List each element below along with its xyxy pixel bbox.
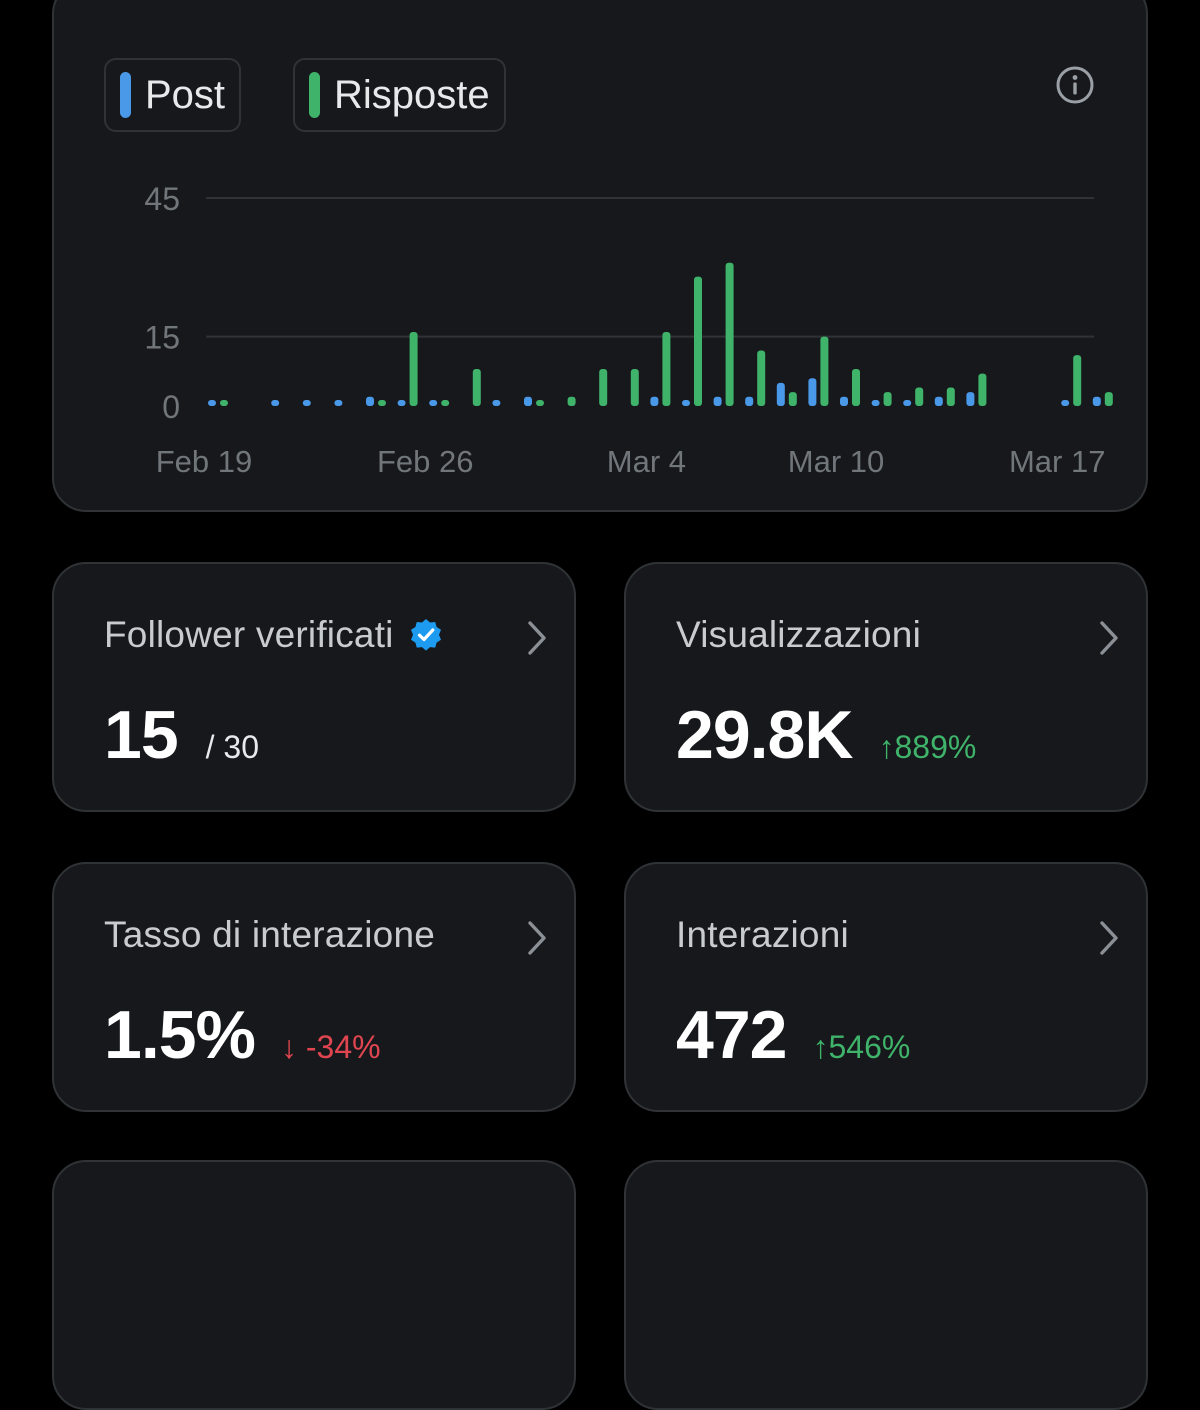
x-tick-label: Feb 26 bbox=[377, 444, 474, 479]
value-row: 1.5% ↓ -34% bbox=[104, 996, 381, 1074]
arrow-down-icon: ↓ bbox=[281, 1029, 297, 1065]
y-tick-label: 45 bbox=[144, 181, 180, 217]
verified-followers-value: 15 bbox=[104, 697, 179, 773]
post-bar bbox=[713, 396, 722, 406]
y-tick-label: 15 bbox=[144, 320, 180, 356]
info-icon[interactable] bbox=[1054, 64, 1096, 106]
card-title-wrap: Visualizzazioni bbox=[676, 614, 921, 656]
post-bar bbox=[271, 400, 280, 406]
post-color-swatch bbox=[120, 72, 131, 118]
activity-chart-card: 0 15 45 Feb 19 Feb 26 Mar 4 Mar 10 Mar 17 Post … bbox=[52, 0, 1148, 512]
post-bar bbox=[524, 396, 532, 406]
x-tick-label: Feb 19 bbox=[156, 444, 253, 479]
replies-bar bbox=[1073, 355, 1082, 406]
value-row: 29.8K ↑889% bbox=[676, 696, 976, 774]
x-tick-label: Mar 4 bbox=[607, 444, 686, 479]
replies-bar bbox=[409, 332, 418, 406]
replies-bar bbox=[946, 387, 955, 406]
post-bar bbox=[397, 400, 406, 406]
card-title: Tasso di interazione bbox=[104, 914, 436, 955]
legend-post-label: Post bbox=[145, 72, 226, 117]
verified-followers-total: / 30 bbox=[205, 729, 260, 765]
next-card-right[interactable] bbox=[624, 1160, 1148, 1410]
replies-bar bbox=[978, 373, 987, 406]
post-bar bbox=[966, 392, 975, 406]
replies-bar bbox=[820, 336, 829, 406]
views-card[interactable]: Visualizzazioni 29.8K ↑889% bbox=[624, 562, 1148, 812]
interactions-card[interactable]: Interazioni 472 ↑546% bbox=[624, 862, 1148, 1112]
legend-replies-label: Risposte bbox=[334, 72, 490, 117]
post-bar bbox=[650, 396, 659, 406]
replies-bar bbox=[915, 387, 924, 406]
replies-bar bbox=[662, 332, 671, 406]
post-bar bbox=[903, 400, 912, 406]
replies-bar bbox=[883, 392, 892, 406]
x-tick-label: Mar 17 bbox=[1009, 444, 1105, 479]
chevron-right-icon bbox=[528, 921, 546, 955]
card-title: Interazioni bbox=[676, 914, 849, 955]
interactions-value: 472 bbox=[676, 997, 787, 1073]
arrow-up-icon: ↑ bbox=[812, 1029, 829, 1065]
chevron-right-icon bbox=[1100, 621, 1118, 655]
engagement-rate-value: 1.5% bbox=[104, 997, 256, 1073]
post-bar bbox=[808, 378, 817, 406]
verified-badge-icon bbox=[410, 619, 441, 651]
post-bar bbox=[492, 400, 501, 406]
card-title-wrap: Tasso di interazione bbox=[104, 914, 435, 956]
card-title-wrap: Interazioni bbox=[676, 914, 849, 956]
value-row: 15 / 30 bbox=[104, 696, 259, 774]
replies-bar bbox=[441, 400, 450, 406]
engagement-rate-change: ↓ -34% bbox=[281, 1029, 381, 1066]
replies-bar bbox=[536, 400, 544, 406]
replies-bar bbox=[1104, 392, 1113, 406]
replies-bar bbox=[788, 392, 797, 406]
engagement-rate-card[interactable]: Tasso di interazione 1.5% ↓ -34% bbox=[52, 862, 576, 1112]
post-bar bbox=[1061, 400, 1070, 406]
card-title-wrap: Follower verificati bbox=[104, 614, 444, 656]
views-value: 29.8K bbox=[676, 697, 853, 773]
replies-bar bbox=[630, 369, 639, 406]
value-row: 472 ↑546% bbox=[676, 996, 910, 1074]
legend-post-toggle[interactable]: Post bbox=[104, 58, 242, 132]
interactions-change: ↑546% bbox=[812, 1029, 910, 1066]
engagement-rate-change-value: -34% bbox=[305, 1029, 381, 1065]
chevron-right-icon bbox=[528, 621, 546, 655]
next-card-left[interactable] bbox=[52, 1160, 576, 1410]
post-bar bbox=[776, 382, 785, 406]
post-bar bbox=[871, 400, 880, 406]
views-change: ↑889% bbox=[878, 729, 976, 766]
arrow-up-icon: ↑ bbox=[878, 729, 895, 765]
post-bar bbox=[366, 396, 374, 406]
replies-bar bbox=[220, 400, 228, 406]
replies-bar bbox=[472, 369, 481, 406]
post-bar bbox=[682, 400, 690, 406]
views-change-value: 889% bbox=[894, 729, 977, 765]
post-bar bbox=[840, 396, 848, 406]
chevron-right-icon bbox=[1100, 921, 1118, 955]
post-bar bbox=[745, 396, 754, 406]
replies-bar bbox=[725, 262, 734, 406]
post-bar bbox=[934, 396, 943, 406]
legend-replies-toggle[interactable]: Risposte bbox=[293, 58, 506, 132]
y-tick-label: 0 bbox=[162, 389, 180, 425]
replies-bar bbox=[694, 276, 702, 406]
replies-bar bbox=[757, 350, 766, 406]
post-bar bbox=[1092, 396, 1101, 406]
replies-bar bbox=[599, 369, 608, 406]
interactions-change-value: 546% bbox=[828, 1029, 911, 1065]
verified-followers-card[interactable]: Follower verificati 15 / 30 bbox=[52, 562, 576, 812]
post-bar bbox=[429, 400, 438, 406]
replies-bar bbox=[852, 369, 860, 406]
replies-bar bbox=[567, 396, 576, 406]
replies-bar bbox=[378, 400, 386, 406]
x-tick-label: Mar 10 bbox=[788, 444, 884, 479]
card-title: Visualizzazioni bbox=[676, 614, 921, 655]
post-bar bbox=[334, 400, 343, 406]
post-bar bbox=[208, 400, 216, 406]
card-title: Follower verificati bbox=[104, 614, 394, 655]
post-bar bbox=[302, 400, 311, 406]
replies-color-swatch bbox=[309, 72, 320, 118]
